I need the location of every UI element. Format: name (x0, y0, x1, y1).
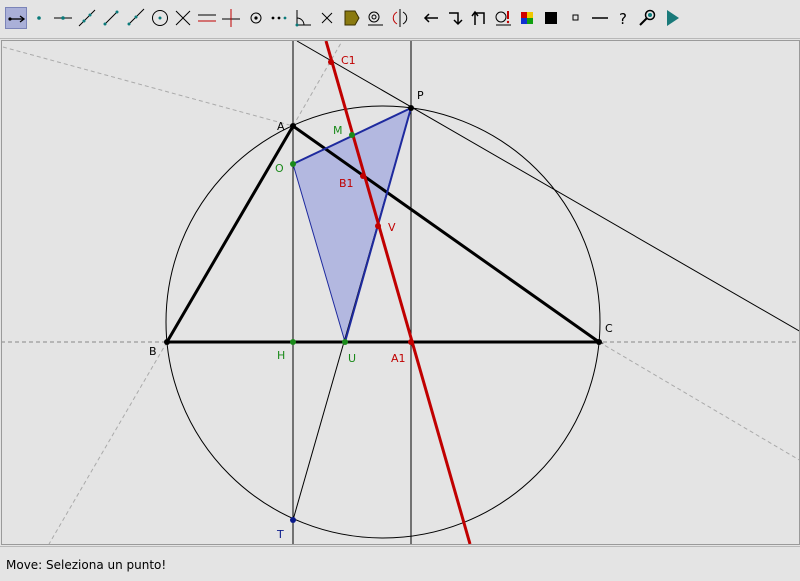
redo-arrow-icon (449, 12, 463, 26)
segment-tool-icon (103, 10, 119, 26)
label-A: A (277, 120, 285, 133)
dashed-line-upper-right (292, 42, 342, 127)
label-O: O (275, 162, 284, 175)
ray-tool-icon (127, 8, 145, 26)
dashed-line-lower-right (598, 341, 799, 461)
label-C1: C1 (341, 54, 356, 67)
label-B: B (149, 345, 157, 358)
point-U[interactable] (342, 339, 348, 345)
label-P: P (417, 89, 424, 102)
redo-button[interactable] (444, 7, 466, 29)
color-palette-icon (521, 12, 533, 24)
dashed-line-lower-left (48, 341, 168, 544)
point-C1[interactable] (328, 59, 334, 65)
point-tool-icon (37, 16, 41, 20)
line-style-button[interactable] (589, 7, 611, 29)
geometry-app-window: ? C1 P A M O B1 V B H U A1 C T Move: Sel… (0, 0, 800, 581)
point-O[interactable] (290, 161, 296, 167)
point-B1[interactable] (360, 173, 366, 179)
fill-button[interactable] (540, 7, 562, 29)
midpoint-tool-icon (250, 12, 262, 24)
point-style-button[interactable] (565, 7, 587, 29)
rotate-arrow-icon (471, 10, 485, 25)
label-M: M (333, 124, 343, 137)
point-T[interactable] (290, 517, 296, 523)
play-button[interactable] (661, 7, 683, 29)
angle-tool-button[interactable] (292, 7, 314, 29)
label-T: T (276, 528, 284, 541)
zoom-tool-icon (639, 9, 656, 26)
point-tool-button[interactable] (28, 7, 50, 29)
perpendicular-line-tool-button[interactable] (220, 7, 242, 29)
reflect-tool-button[interactable] (389, 7, 411, 29)
help-button[interactable]: ? (613, 7, 635, 29)
small-square-icon (572, 14, 579, 21)
label-U: U (348, 352, 356, 365)
point-on-line-tool-icon (54, 16, 72, 20)
move-tool-button[interactable] (5, 7, 27, 29)
intersect-tool-icon (175, 10, 191, 26)
locus-tool-button[interactable] (364, 7, 386, 29)
move-tool-icon (8, 15, 26, 23)
play-icon (667, 10, 679, 26)
zoom-tool-button[interactable] (637, 7, 659, 29)
point-M[interactable] (349, 132, 355, 138)
delete-tool-button[interactable] (316, 7, 338, 29)
undo-arrow-icon (423, 13, 438, 23)
polygon-tool-button[interactable] (340, 7, 362, 29)
dashed-line-upper-left (2, 46, 294, 127)
delete-tool-icon (321, 12, 333, 24)
segment-tool-button[interactable] (100, 7, 122, 29)
label-V: V (388, 221, 396, 234)
circle-tool-icon (152, 10, 168, 26)
status-text: Move: Seleziona un punto! (6, 558, 167, 572)
measure-tool-button[interactable] (492, 7, 514, 29)
point-A[interactable] (290, 123, 296, 129)
point-on-line-tool-button[interactable] (52, 7, 74, 29)
circle-tool-button[interactable] (149, 7, 171, 29)
point-B[interactable] (164, 339, 170, 345)
help-icon: ? (619, 10, 627, 28)
drawing-canvas[interactable]: C1 P A M O B1 V B H U A1 C T (1, 40, 800, 545)
rotate-button[interactable] (468, 7, 490, 29)
label-C: C (605, 322, 613, 335)
dotted-line-tool-icon (271, 16, 287, 20)
point-V[interactable] (375, 223, 381, 229)
intersect-tool-button[interactable] (172, 7, 194, 29)
parallel-line-tool-button[interactable] (196, 7, 218, 29)
point-A1[interactable] (408, 339, 414, 345)
status-bar: Move: Seleziona un punto! (0, 546, 800, 581)
fill-square-icon (545, 12, 557, 24)
polygon-tool-icon (344, 10, 360, 26)
toolbar: ? (0, 0, 800, 39)
measure-tool-icon (495, 11, 511, 26)
line-style-icon (592, 17, 608, 19)
point-P[interactable] (408, 105, 414, 111)
parallel-line-tool-icon (198, 14, 216, 22)
line-tool-button[interactable] (76, 7, 98, 29)
midpoint-tool-button[interactable] (245, 7, 267, 29)
angle-tool-icon (295, 10, 311, 27)
geometry-figure: C1 P A M O B1 V B H U A1 C T (2, 41, 799, 544)
undo-button[interactable] (420, 7, 442, 29)
perpendicular-line-tool-icon (222, 9, 240, 27)
reflect-tool-icon (392, 9, 408, 27)
locus-tool-icon (368, 11, 383, 26)
ray-tool-button[interactable] (124, 7, 146, 29)
label-A1: A1 (391, 352, 406, 365)
label-H: H (277, 349, 285, 362)
label-B1: B1 (339, 177, 354, 190)
point-H[interactable] (290, 339, 296, 345)
line-tool-icon (78, 9, 96, 27)
dotted-line-tool-button[interactable] (268, 7, 290, 29)
color-palette-button[interactable] (516, 7, 538, 29)
point-C[interactable] (596, 339, 602, 345)
svg-text:?: ? (619, 10, 627, 28)
